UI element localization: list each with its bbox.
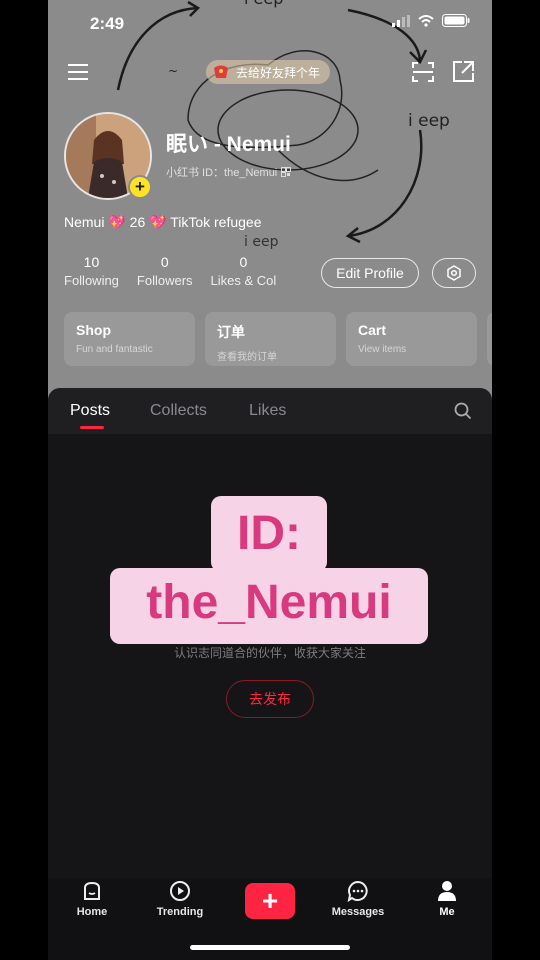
stat-following-label: Following	[64, 273, 119, 288]
scan-icon[interactable]	[410, 59, 436, 85]
empty-state-subtitle: 认识志同道合的伙伴，收获大家关注	[173, 646, 366, 660]
create-post-button[interactable]: +	[245, 883, 295, 919]
search-icon[interactable]	[454, 402, 472, 420]
settings-button[interactable]	[432, 258, 476, 288]
tab-collects[interactable]: Collects	[150, 402, 207, 420]
card-cart-title: Cart	[358, 322, 387, 338]
home-icon	[84, 881, 100, 900]
profile-stats: 10 Following 0 Followers 0 Likes & Col	[64, 254, 294, 288]
posts-empty-state: 认识志同道合的伙伴，收获大家关注 去发布 ID: the_Nemui	[48, 434, 492, 878]
chat-icon	[347, 880, 368, 902]
overlay-text-line2: the_Nemui	[110, 568, 428, 644]
card-shop-title: Shop	[76, 322, 111, 338]
red-envelope-icon	[214, 65, 228, 78]
tabbar-trending[interactable]: Trending	[145, 880, 215, 918]
stat-followers-label: Followers	[136, 273, 193, 288]
signal-icon	[392, 14, 410, 27]
card-shop[interactable]: Shop Fun and fantastic	[64, 312, 195, 366]
stat-likes[interactable]: 0 Likes & Col	[211, 254, 277, 288]
doodle-text-top: i eep	[244, 0, 283, 8]
edit-profile-button[interactable]: Edit Profile	[321, 258, 419, 288]
profile-id[interactable]: 小红书 ID：the_Nemui	[166, 164, 292, 180]
shortcut-cards: Shop Fun and fantastic 订单 查看我的订单 Cart Vi…	[64, 312, 492, 366]
stat-followers[interactable]: 0 Followers	[137, 254, 193, 288]
user-icon	[438, 881, 456, 901]
tabbar-home[interactable]: Home	[57, 880, 127, 918]
top-bar: 去给好友拜个年	[48, 58, 492, 86]
card-cart[interactable]: Cart View items	[346, 312, 477, 366]
wifi-icon	[418, 14, 434, 27]
tabbar-messages[interactable]: Messages	[323, 880, 393, 918]
tabbar-me-label: Me	[439, 906, 455, 918]
bottom-tab-bar: Home Trending + Messages Me	[48, 878, 492, 960]
stat-followers-value: 0	[160, 254, 169, 270]
card-orders-title: 订单	[217, 324, 245, 340]
card-orders-subtitle: 查看我的订单	[217, 352, 277, 363]
gear-icon	[447, 265, 461, 281]
home-indicator	[190, 945, 350, 950]
publish-button[interactable]: 去发布	[226, 680, 314, 718]
status-time: 2:49	[90, 14, 125, 33]
battery-icon	[442, 14, 470, 27]
tab-likes[interactable]: Likes	[249, 402, 286, 420]
card-orders[interactable]: 订单 查看我的订单	[205, 312, 336, 366]
active-tab-indicator	[80, 426, 104, 429]
phone-screen: ~ i eep i eep i eep 2:49	[48, 0, 492, 960]
status-bar: 2:49	[48, 12, 492, 36]
profile-name: 眠い - Nemui	[166, 133, 291, 156]
tabbar-me[interactable]: Me	[412, 880, 482, 918]
profile-bio: Nemui 💖 26 💖 TikTok refugee	[64, 214, 262, 230]
add-avatar-badge[interactable]: +	[128, 175, 152, 199]
profile-id-text: 小红书 ID：the_Nemui	[166, 167, 278, 179]
menu-icon[interactable]	[66, 59, 92, 85]
promo-text: 去给好友拜个年	[236, 65, 321, 80]
overlay-text-line1: ID:	[211, 496, 327, 572]
stat-likes-label: Likes & Col	[210, 273, 277, 288]
promo-pill[interactable]: 去给好友拜个年	[206, 60, 331, 84]
tabbar-messages-label: Messages	[331, 906, 385, 918]
card-cart-subtitle: View items	[358, 344, 407, 355]
tabbar-trending-label: Trending	[156, 906, 204, 918]
doodle-text-bottom: i eep	[244, 234, 279, 250]
tab-posts[interactable]: Posts	[70, 402, 110, 420]
card-next-partial[interactable]	[487, 312, 492, 366]
share-icon[interactable]	[450, 59, 476, 85]
content-tabs: Posts Collects Likes	[48, 388, 492, 434]
qr-code-icon[interactable]	[281, 167, 292, 177]
doodle-text-right: i eep	[408, 111, 450, 131]
stat-following-value: 10	[83, 254, 100, 270]
stat-likes-value: 0	[239, 254, 248, 270]
stat-following[interactable]: 10 Following	[64, 254, 119, 288]
tabbar-home-label: Home	[76, 906, 108, 918]
play-icon	[170, 881, 190, 901]
card-shop-subtitle: Fun and fantastic	[76, 344, 153, 355]
